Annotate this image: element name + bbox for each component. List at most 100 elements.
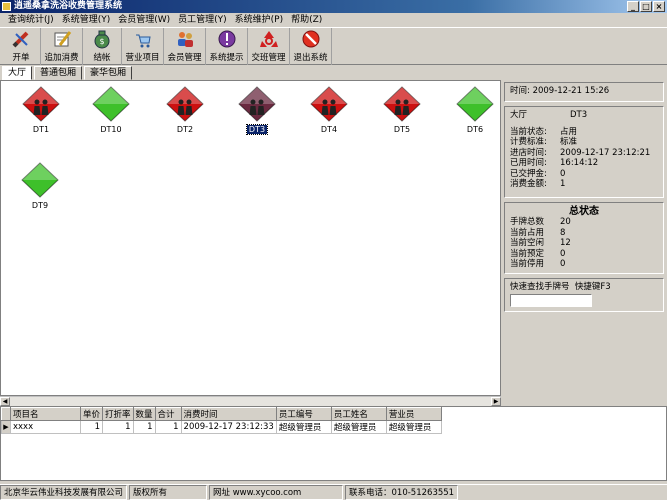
column-header[interactable]: 打折率 xyxy=(102,407,134,421)
scroll-left-icon[interactable]: ◀ xyxy=(0,397,10,406)
quick-search-label: 快速查找手牌号 xyxy=(510,282,570,292)
tab-hall[interactable]: 大厅 xyxy=(2,66,33,80)
minimize-button[interactable]: _ xyxy=(627,1,639,12)
exit-system-button[interactable]: 退出系统 xyxy=(290,28,332,65)
window-title: 逍遥桑拿洗浴收费管理系统 xyxy=(14,1,123,11)
money-bag-icon: $ xyxy=(91,28,113,50)
summary-panel: 总状态 手牌总数 20 当前占用 8 当前空闲 12 当前预定 0 当前停用 0 xyxy=(504,202,664,274)
room-name: DT6 xyxy=(466,125,484,134)
summary-key: 当前空闲 xyxy=(510,238,545,248)
shift-management-label: 交班管理 xyxy=(251,53,286,63)
pencil-icon xyxy=(10,28,32,50)
svg-text:$: $ xyxy=(99,37,104,46)
horizontal-scrollbar[interactable]: ◀ ▶ xyxy=(0,396,501,406)
table-cell: 超级管理员 xyxy=(330,420,387,434)
summary-key: 当前预定 xyxy=(510,248,545,259)
column-header[interactable]: 单价 xyxy=(79,407,104,421)
time-value: 2009-12-21 15:26 xyxy=(532,86,610,96)
room-tile[interactable]: DT4 xyxy=(307,85,351,135)
stop-icon xyxy=(300,28,322,50)
summary-value: 0 xyxy=(560,259,566,269)
info-value: 1 xyxy=(560,179,566,189)
room-grid: DT1 DT10 DT2 DT3 DT4 DT5 DT6 DT9 xyxy=(0,80,501,396)
room-free-icon xyxy=(20,161,60,199)
room-tile[interactable]: DT2 xyxy=(163,85,207,135)
row-pointer-icon: ▶ xyxy=(1,420,11,434)
room-occupied-icon xyxy=(21,85,61,123)
info-key: 已交押金: xyxy=(510,168,547,179)
info-value: 2009-12-17 23:12:21 xyxy=(560,147,651,158)
info-key: 已用时间: xyxy=(510,158,547,168)
status-copyright: 版权所有 xyxy=(129,485,208,500)
app-icon xyxy=(2,2,11,11)
add-consumption-button[interactable]: 追加消费 xyxy=(41,28,83,65)
summary-value: 20 xyxy=(560,217,571,227)
table-cell: 1 xyxy=(154,420,182,434)
room-free-icon xyxy=(455,85,495,123)
info-key: 当前状态: xyxy=(510,126,547,137)
alert-icon xyxy=(216,28,238,50)
table-cell: xxxx xyxy=(10,420,81,434)
info-key: 计费标准: xyxy=(510,137,547,147)
open-order-button[interactable]: 开单 xyxy=(2,28,41,65)
close-button[interactable]: × xyxy=(653,1,665,12)
table-cell: 1 xyxy=(79,420,104,434)
room-free-icon xyxy=(91,85,131,123)
scroll-right-icon[interactable]: ▶ xyxy=(491,397,501,406)
column-header[interactable]: 项目名 xyxy=(10,407,81,421)
notepad-pen-icon xyxy=(51,28,73,50)
room-name: DT1 xyxy=(32,125,50,134)
toolbar: 开单 追加消费 $ 结帐 营业项目 会员管理 系统提示 交班管理 退出系统 xyxy=(0,27,667,65)
room-occupied-icon xyxy=(382,85,422,123)
table-cell: 超级管理员 xyxy=(385,420,442,434)
business-items-button[interactable]: 营业项目 xyxy=(122,28,164,65)
room-tile[interactable]: DT1 xyxy=(19,85,63,135)
table-cell: 超级管理员 xyxy=(275,420,332,434)
room-name: DT4 xyxy=(320,125,338,134)
row-indicator-header xyxy=(1,407,11,421)
info-value: 0 xyxy=(560,168,566,179)
summary-key: 当前停用 xyxy=(510,259,545,269)
column-header[interactable]: 数量 xyxy=(132,407,156,421)
maximize-button[interactable]: □ xyxy=(640,1,652,12)
shift-management-button[interactable]: 交班管理 xyxy=(248,28,290,65)
quick-search-input[interactable] xyxy=(510,293,592,307)
column-header[interactable]: 员工姓名 xyxy=(330,407,387,421)
menu-staff[interactable]: 员工管理(Y) xyxy=(174,13,231,27)
info-value: 占用 xyxy=(560,126,578,137)
menu-maintenance[interactable]: 系统维护(P) xyxy=(231,13,287,27)
menu-query[interactable]: 查询统计(J) xyxy=(4,13,58,27)
table-header-row: 项目名 单价 打折率 数量 合计 消费时间 员工编号 员工姓名 营业员 xyxy=(1,407,442,421)
tab-standard-room[interactable]: 普通包厢 xyxy=(34,66,83,80)
room-tile-selected[interactable]: DT3 xyxy=(235,85,279,135)
exit-system-label: 退出系统 xyxy=(293,53,328,63)
room-code: DT3 xyxy=(570,110,588,120)
system-alert-button[interactable]: 系统提示 xyxy=(206,28,248,65)
room-tile[interactable]: DT5 xyxy=(380,85,424,135)
info-value: 16:14:12 xyxy=(560,158,599,168)
status-website: 网址 www.xycoo.com xyxy=(209,485,344,500)
menu-system[interactable]: 系统管理(Y) xyxy=(58,13,115,27)
users-icon xyxy=(174,28,196,50)
menu-help[interactable]: 帮助(Z) xyxy=(287,13,326,27)
tab-luxury-room[interactable]: 豪华包厢 xyxy=(84,66,133,80)
room-tile[interactable]: DT6 xyxy=(453,85,497,135)
column-header[interactable]: 消费时间 xyxy=(180,407,277,421)
system-alert-label: 系统提示 xyxy=(209,53,244,63)
table-cell: 2009-12-17 23:12:33 xyxy=(180,420,277,434)
room-tile[interactable]: DT10 xyxy=(89,85,133,135)
summary-value: 8 xyxy=(560,227,566,238)
table-row[interactable]: ▶ xxxx 1 1 1 1 2009-12-17 23:12:33 超级管理员… xyxy=(1,420,442,434)
hall-name: 大厅 xyxy=(510,110,528,120)
table-cell: 1 xyxy=(102,420,134,434)
business-items-label: 营业项目 xyxy=(125,53,160,63)
checkout-button[interactable]: $ 结帐 xyxy=(83,28,122,65)
room-tile[interactable]: DT9 xyxy=(18,161,62,211)
column-header[interactable]: 营业员 xyxy=(385,407,442,421)
column-header[interactable]: 合计 xyxy=(154,407,182,421)
column-header[interactable]: 员工编号 xyxy=(275,407,332,421)
menu-member[interactable]: 会员管理(W) xyxy=(114,13,174,27)
member-management-button[interactable]: 会员管理 xyxy=(164,28,206,65)
table-cell: 1 xyxy=(132,420,156,434)
summary-key: 手牌总数 xyxy=(510,217,545,227)
